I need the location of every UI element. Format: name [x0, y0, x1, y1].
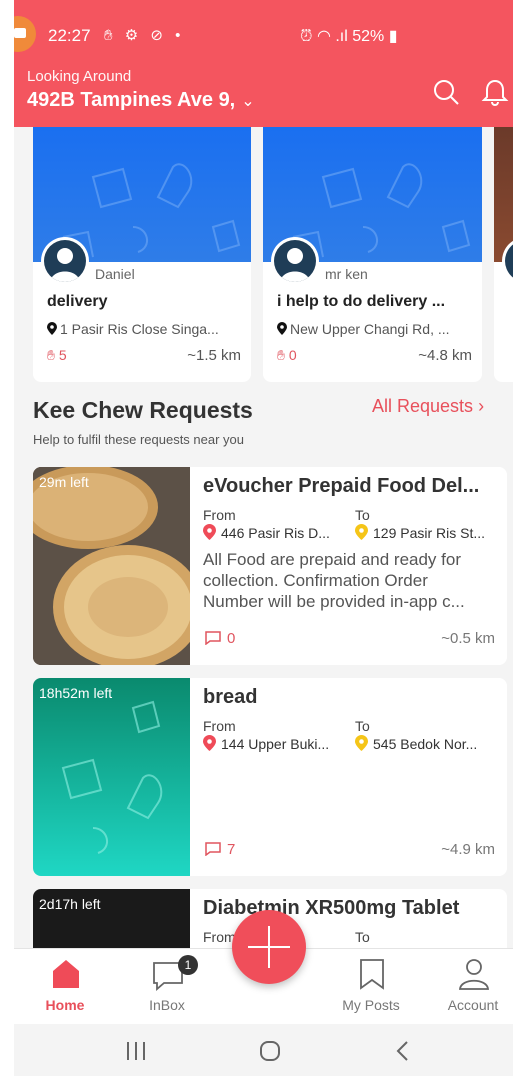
comment-icon: [205, 842, 221, 856]
comment-count: 0: [205, 630, 235, 647]
distance: ~4.8 km: [418, 347, 472, 364]
alarm-icon: ⏰︎: [300, 28, 317, 45]
signal-icon: .ıl: [335, 28, 353, 45]
nav-home[interactable]: Home: [20, 949, 110, 1025]
time-left-badge: 18h52m left: [39, 685, 113, 701]
request-title: eVoucher Prepaid Food Del...: [203, 475, 480, 497]
home-system-icon[interactable]: [258, 1040, 282, 1062]
location-selector[interactable]: 492B Tampines Ave 9, ⌄: [27, 89, 255, 112]
dropoff-pin-icon: [355, 524, 368, 540]
request-image: 18h52m left: [33, 678, 190, 876]
to-label: To: [355, 507, 370, 523]
comment-icon: [205, 631, 221, 645]
battery-level: 52%: [352, 28, 385, 45]
location-pin-icon: [277, 322, 287, 335]
distance: ~1.5 km: [187, 347, 241, 364]
avatar: [41, 237, 89, 285]
bell-icon[interactable]: [481, 78, 509, 106]
battery-icon: ▮: [384, 28, 398, 45]
pickup-pin-icon: [203, 735, 216, 751]
poster-name: mr ken: [325, 266, 368, 282]
chevron-down-icon: ⌄: [241, 93, 255, 110]
to-address: 545 Bedok Nor...: [355, 735, 500, 752]
to-label: To: [355, 718, 370, 734]
unread-badge: 1: [178, 955, 198, 975]
time-left-badge: 29m left: [39, 474, 89, 490]
avatar: [271, 237, 319, 285]
notification-icons: ✋︎ ⚙︎ ⊘ •: [104, 27, 185, 44]
pickup-pin-icon: [203, 524, 216, 540]
card-title: delivery: [47, 293, 108, 310]
distance: ~4.9 km: [441, 841, 495, 858]
location-label: Looking Around: [27, 68, 132, 85]
home-icon: [53, 960, 79, 988]
helper-count: ✋︎ 0: [277, 347, 297, 363]
to-label: To: [355, 929, 370, 945]
pattern-graphic: [61, 700, 163, 854]
from-address: 144 Upper Buki...: [203, 735, 348, 752]
section-subtitle: Help to fulfil these requests near you: [33, 432, 245, 447]
system-indicators: ⏰︎ ◠ .ıl 52% ▮: [300, 26, 398, 46]
to-address: 129 Pasir Ris St...: [355, 524, 500, 541]
bookmark-icon: [360, 959, 384, 990]
from-label: From: [203, 929, 236, 945]
chevron-right-icon: ›: [473, 396, 485, 416]
from-address: 446 Pasir Ris D...: [203, 524, 348, 541]
comment-count: 7: [205, 841, 235, 858]
nav-my-posts[interactable]: My Posts: [326, 949, 416, 1025]
request-description: All Food are prepaid and ready for colle…: [203, 550, 465, 611]
from-label: From: [203, 507, 236, 523]
all-requests-link[interactable]: All Requests ›: [372, 396, 484, 417]
request-title: bread: [203, 686, 258, 708]
recent-apps-icon[interactable]: [124, 1040, 148, 1062]
back-icon[interactable]: [392, 1040, 416, 1062]
location-pin-icon: [47, 322, 57, 335]
hand-icon: ✋︎: [277, 347, 289, 363]
request-card[interactable]: 29m left eVoucher Prepaid Food Del... Fr…: [33, 467, 507, 665]
nearby-card[interactable]: Daniel delivery 1 Pasir Ris Close Singa.…: [33, 127, 251, 382]
nearby-card[interactable]: mr ken i help to do delivery ... New Upp…: [263, 127, 482, 382]
request-description: [203, 760, 493, 824]
nav-inbox[interactable]: 1 InBox: [122, 949, 212, 1025]
status-time: 22:27: [48, 26, 91, 45]
person-icon: [459, 959, 489, 990]
helper-count: ✋︎ 5: [47, 347, 67, 363]
hand-icon: ✋︎: [47, 347, 59, 363]
distance: ~0.5 km: [441, 630, 495, 647]
request-image: 29m left: [33, 467, 190, 665]
nav-account[interactable]: Account: [428, 949, 513, 1025]
app-header: 22:27 ✋︎ ⚙︎ ⊘ • ⏰︎ ◠ .ıl 52% ▮ Looking A…: [14, 0, 513, 127]
request-card[interactable]: 18h52m left bread From To 144 Upper Buki…: [33, 678, 507, 876]
search-icon[interactable]: [432, 78, 460, 106]
nearby-card-partial[interactable]: [494, 127, 513, 382]
time-left-badge: 2d17h left: [39, 896, 101, 912]
food-photo: [33, 467, 190, 665]
app-screen: Daniel delivery 1 Pasir Ris Close Singa.…: [14, 0, 513, 1076]
status-bar: 22:27 ✋︎ ⚙︎ ⊘ • ⏰︎ ◠ .ıl 52% ▮: [14, 24, 513, 50]
card-title: i help to do delivery ...: [277, 293, 446, 310]
section-title: Kee Chew Requests: [33, 397, 253, 423]
dropoff-pin-icon: [355, 735, 368, 751]
from-label: From: [203, 718, 236, 734]
card-address: 1 Pasir Ris Close Singa...: [47, 321, 251, 337]
poster-name: Daniel: [95, 266, 135, 282]
add-post-button[interactable]: [232, 910, 306, 984]
wifi-icon: ◠: [316, 28, 336, 45]
card-address: New Upper Changi Rd, ...: [277, 321, 482, 337]
system-nav-bar: [14, 1024, 513, 1076]
